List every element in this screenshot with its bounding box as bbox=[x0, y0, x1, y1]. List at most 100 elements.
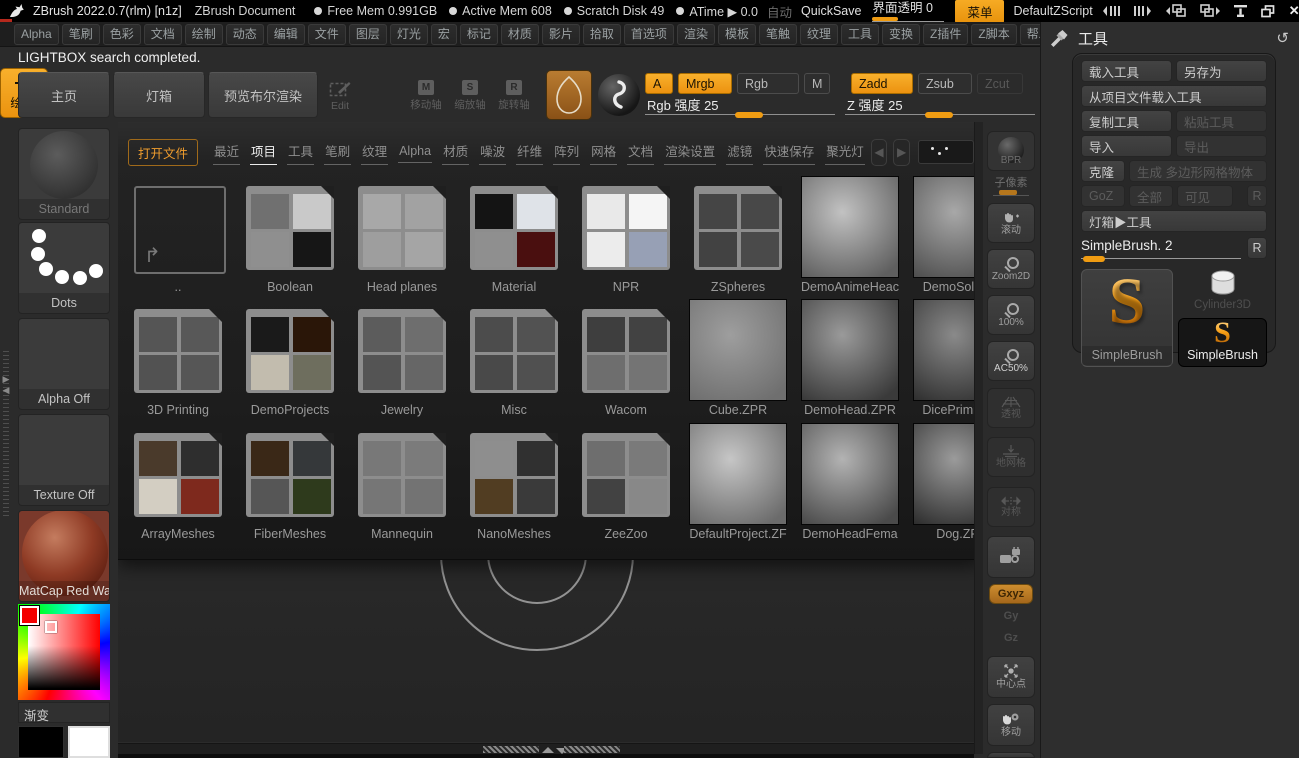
divider-bars-right-icon[interactable] bbox=[1134, 5, 1152, 17]
tool-item-cylinder3d[interactable]: Cylinder3D bbox=[1178, 269, 1267, 314]
current-stroke-button[interactable]: Dots bbox=[18, 222, 110, 314]
lightbox-tab[interactable]: 纤维 bbox=[516, 139, 543, 165]
lightbox-tab[interactable]: 最近 bbox=[213, 139, 240, 165]
menubar-item[interactable]: Z插件 bbox=[923, 24, 968, 45]
menubar-item[interactable]: 笔触 bbox=[759, 24, 797, 45]
mode-button-mrgb[interactable]: Mrgb bbox=[678, 73, 732, 94]
color-picker-field[interactable] bbox=[28, 614, 100, 690]
mode-button-rgb[interactable]: Rgb bbox=[737, 73, 799, 94]
make-polymesh-button[interactable]: 生成 多边形网格物体 bbox=[1129, 160, 1267, 182]
lightbox-tab[interactable]: 聚光灯 bbox=[825, 139, 865, 165]
left-tray-arrows-icon[interactable]: ▶◀ bbox=[0, 374, 12, 396]
store-camera-button[interactable] bbox=[987, 536, 1035, 578]
edit-button[interactable]: Edit bbox=[320, 74, 360, 118]
scrollbar-grip-left[interactable] bbox=[483, 746, 539, 753]
lightbox-item[interactable]: DemoSoldier.. bbox=[906, 174, 974, 297]
mode-button-zsub[interactable]: Zsub bbox=[918, 73, 972, 94]
perspective-button[interactable]: 透视 bbox=[987, 388, 1035, 428]
menubar-item[interactable]: 笔刷 bbox=[62, 24, 100, 45]
active-tool-slider[interactable]: SimpleBrush. 2 R bbox=[1081, 235, 1267, 261]
panels-collapse-icon[interactable] bbox=[1166, 4, 1186, 18]
mode-button-a[interactable]: A bbox=[645, 73, 673, 94]
menubar-item[interactable]: Z脚本 bbox=[971, 24, 1016, 45]
rgb-intensity-handle[interactable] bbox=[735, 112, 763, 118]
tool-item-simplebrush-selected[interactable]: S SimpleBrush bbox=[1178, 318, 1267, 367]
lightbox-item[interactable]: DicePrimitives bbox=[906, 297, 974, 420]
color-picker-cursor[interactable] bbox=[45, 621, 57, 633]
lightbox-tab[interactable]: 工具 bbox=[287, 139, 314, 165]
lightbox-tab[interactable]: Alpha bbox=[398, 142, 432, 163]
lightbox-tab[interactable]: 网格 bbox=[590, 139, 617, 165]
current-material-slot-button[interactable]: MatCap Red Wax bbox=[18, 510, 110, 602]
partial-button[interactable] bbox=[987, 752, 1035, 758]
palette-restore-icon[interactable]: ↺ bbox=[1276, 29, 1289, 47]
lightbox-item[interactable]: Head planes bbox=[346, 174, 458, 297]
mode-button-m[interactable]: M bbox=[804, 73, 830, 94]
lightbox-prev-icon[interactable]: ◀ bbox=[871, 139, 888, 166]
menubar-item[interactable]: 宏 bbox=[431, 24, 457, 45]
lightbox-item[interactable]: Cube.ZPR bbox=[682, 297, 794, 420]
menubar-item[interactable]: 编辑 bbox=[267, 24, 305, 45]
lightbox-item[interactable]: Material bbox=[458, 174, 570, 297]
lightbox-tab[interactable]: 滤镜 bbox=[726, 139, 753, 165]
lightbox-tab[interactable]: 项目 bbox=[250, 139, 277, 165]
ui-transparency-track[interactable] bbox=[872, 17, 944, 22]
frame-center-button[interactable]: 中心点 bbox=[987, 656, 1035, 698]
menubar-item[interactable]: 工具 bbox=[841, 24, 879, 45]
lightbox-tab[interactable]: 纹理 bbox=[361, 139, 388, 165]
zscript-label[interactable]: DefaultZScript bbox=[1013, 4, 1092, 18]
subpixel-handle[interactable] bbox=[999, 190, 1017, 195]
lightbox-search-input[interactable] bbox=[918, 140, 974, 164]
lightbox-tab[interactable]: 渲染设置 bbox=[664, 139, 716, 165]
ui-transparency-slider[interactable]: 界面透明 0 bbox=[872, 0, 944, 22]
rotate-axis-button[interactable]: R 旋转轴 bbox=[494, 74, 534, 118]
active-tool-slider-handle[interactable] bbox=[1083, 256, 1105, 262]
zoom2d-button[interactable]: Zoom2D bbox=[987, 249, 1035, 289]
save-as-button[interactable]: 另存为 bbox=[1176, 60, 1267, 82]
scroll-up-icon[interactable] bbox=[542, 747, 554, 753]
color-picker[interactable] bbox=[18, 604, 110, 700]
document-canvas[interactable]: 打开文件最近项目工具笔刷纹理Alpha材质噪波纤维阵列网格文档渲染设置滤镜快速保… bbox=[118, 122, 974, 742]
menubar-item[interactable]: 绘制 bbox=[185, 24, 223, 45]
scale-axis-button[interactable]: S 缩放轴 bbox=[450, 74, 490, 118]
move-canvas-button[interactable]: 移动 bbox=[987, 704, 1035, 746]
menubar-item[interactable]: 渲染 bbox=[677, 24, 715, 45]
panels-expand-icon[interactable] bbox=[1200, 4, 1220, 18]
lightbox-item[interactable]: ZSpheres bbox=[682, 174, 794, 297]
canvas-vertical-scrollbar[interactable] bbox=[974, 122, 983, 754]
bpr-render-button[interactable]: BPR bbox=[987, 131, 1035, 171]
symmetry-button[interactable]: 对称 bbox=[987, 487, 1035, 527]
menubar-item[interactable]: 文档 bbox=[144, 24, 182, 45]
lightbox-tab[interactable]: 文档 bbox=[627, 139, 654, 165]
lightbox-item[interactable]: Boolean bbox=[234, 174, 346, 297]
current-tool-thumbnail[interactable]: S SimpleBrush bbox=[1081, 269, 1173, 367]
menubar-item[interactable]: 色彩 bbox=[103, 24, 141, 45]
paste-tool-button[interactable]: 粘贴工具 bbox=[1176, 110, 1267, 132]
lightbox-item[interactable]: NPR bbox=[570, 174, 682, 297]
copy-tool-button[interactable]: 复制工具 bbox=[1081, 110, 1172, 132]
menubar-item[interactable]: 模板 bbox=[718, 24, 756, 45]
tool-palette-header[interactable]: 工具 ↺ bbox=[1041, 22, 1299, 52]
menubar-item[interactable]: 纹理 bbox=[800, 24, 838, 45]
goz-visible-button[interactable]: 可见 bbox=[1177, 185, 1233, 207]
menubar-item[interactable]: 首选项 bbox=[624, 24, 674, 45]
lightbox-item[interactable]: Wacom bbox=[570, 297, 682, 420]
subpixel-slider[interactable] bbox=[993, 190, 1029, 196]
home-button[interactable]: 主页 bbox=[18, 72, 110, 118]
load-from-project-button[interactable]: 从项目文件载入工具 bbox=[1081, 85, 1267, 107]
goz-r-button[interactable]: R bbox=[1247, 185, 1267, 207]
lightbox-item[interactable]: ↱.. bbox=[122, 174, 234, 297]
lightbox-tab[interactable]: 笔刷 bbox=[324, 139, 351, 165]
lightbox-tab[interactable]: 快速保存 bbox=[763, 139, 815, 165]
lightbox-item[interactable]: DemoHead.ZPR bbox=[794, 297, 906, 420]
import-button[interactable]: 导入 bbox=[1081, 135, 1172, 157]
scrollbar-grip-right[interactable] bbox=[564, 746, 620, 753]
main-color-swatch[interactable] bbox=[20, 606, 39, 625]
lightbox-tab[interactable]: 阵列 bbox=[553, 139, 580, 165]
lightbox-item[interactable]: DemoHeadFema bbox=[794, 421, 906, 544]
load-tool-button[interactable]: 载入工具 bbox=[1081, 60, 1172, 82]
lightbox-item[interactable]: Misc bbox=[458, 297, 570, 420]
export-button[interactable]: 导出 bbox=[1176, 135, 1267, 157]
divider-bars-left-icon[interactable] bbox=[1102, 5, 1120, 17]
goz-all-button[interactable]: 全部 bbox=[1129, 185, 1173, 207]
